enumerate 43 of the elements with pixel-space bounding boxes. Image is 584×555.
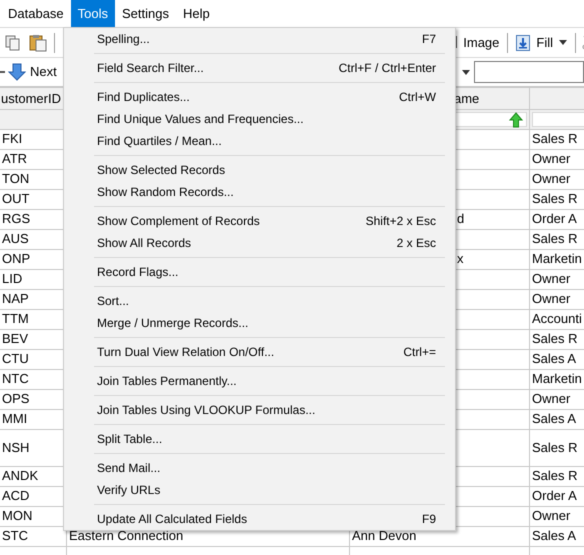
menu-item[interactable]: Find Duplicates... Ctrl+W [64, 86, 455, 108]
table-cell: Order A [530, 210, 584, 230]
menu-bar-item[interactable]: Database [1, 0, 71, 27]
next-button[interactable]: Next [8, 62, 57, 82]
menu-item[interactable]: Field Search Filter... Ctrl+F / Ctrl+Enter [64, 57, 455, 79]
menu-item[interactable]: Turn Dual View Relation On/Off... Ctrl+= [64, 341, 455, 363]
table-cell: Owner [530, 270, 584, 290]
menu-bar-item[interactable]: Tools [70, 0, 116, 27]
table-cell: Owner [530, 170, 584, 190]
menu-item[interactable]: Join Tables Permanently... [64, 370, 455, 392]
column-header[interactable]: ustomerID [1, 91, 61, 106]
menu-item[interactable]: Verify URLs [64, 479, 455, 501]
table-cell: Sales R [530, 467, 584, 487]
table-cell: Owner [530, 150, 584, 170]
table-cell: Owner [530, 390, 584, 410]
table-cell: Sales R [530, 430, 584, 467]
menu-item[interactable]: Merge / Unmerge Records... [64, 312, 455, 334]
menu-item[interactable]: Find Quartiles / Mean... [64, 130, 455, 152]
menu-bar-item[interactable]: Settings [115, 0, 176, 27]
table-cell: Sales A [530, 410, 584, 430]
menu-item[interactable]: Update All Calculated Fields F9 [64, 508, 455, 530]
table-cell: Marketin [530, 370, 584, 390]
table-cell: Sales R [530, 190, 584, 210]
menu-item[interactable]: Spelling... F7 [64, 28, 455, 50]
menu-item[interactable]: Split Table... [64, 428, 455, 450]
fill-button[interactable]: Fill [514, 32, 569, 52]
table-cell: Sales A [530, 527, 584, 547]
table-cell: Order A [530, 487, 584, 507]
table-cell: Marketin [530, 250, 584, 270]
menu-item[interactable]: Sort... [64, 290, 455, 312]
table-cell: Sales A [530, 350, 584, 370]
menu-bar-item[interactable]: Help [176, 0, 217, 27]
menu-item[interactable]: Find Unique Values and Frequencies... [64, 108, 455, 130]
menu-item[interactable]: Send Mail... [64, 457, 455, 479]
table-cell: Accounti [530, 310, 584, 330]
table-cell: Owner [530, 290, 584, 310]
menu-item[interactable]: Show Random Records... [64, 181, 455, 203]
table-cell: Sales R [530, 130, 584, 150]
table-cell: Owner [530, 507, 584, 527]
menu-item[interactable]: Show Selected Records [64, 159, 455, 181]
table-cell: Sales R [530, 330, 584, 350]
menu-item[interactable]: Join Tables Using VLOOKUP Formulas... [64, 399, 455, 421]
table-cell: Sales R [530, 230, 584, 250]
